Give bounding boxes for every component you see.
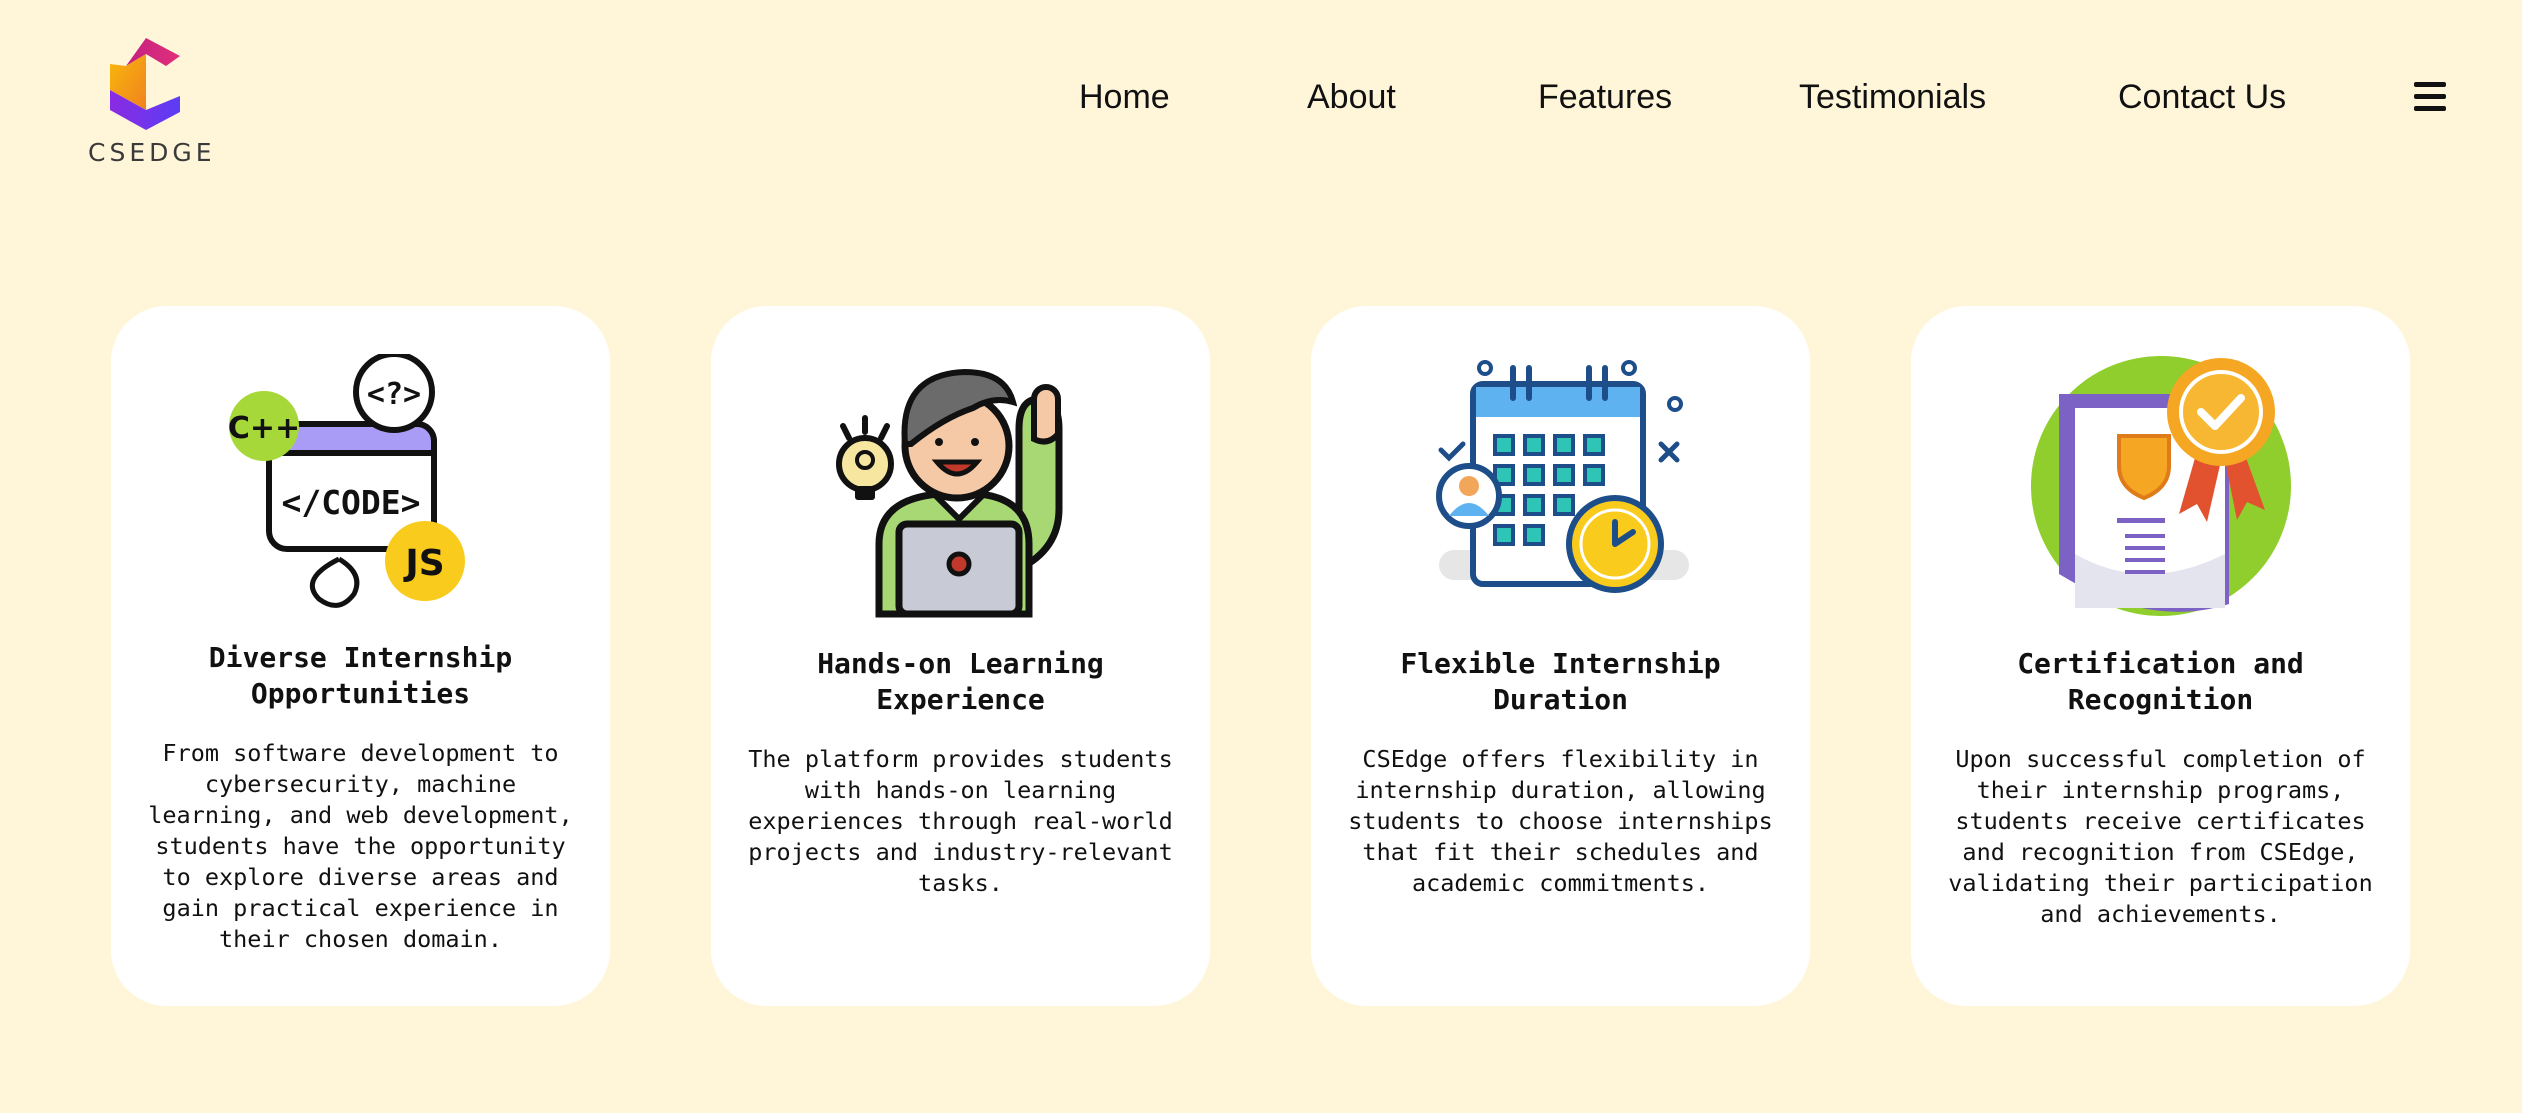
csedge-logo-icon bbox=[110, 38, 180, 130]
feature-description: Upon successful completion of their inte… bbox=[1948, 745, 2373, 928]
certificate-badge-icon bbox=[2031, 356, 2291, 616]
code-languages-icon: <?> C++ </CODE> JS bbox=[229, 354, 465, 608]
brand-logo[interactable]: CSEDGE bbox=[88, 34, 216, 167]
feature-description: From software development to cybersecuri… bbox=[148, 739, 573, 953]
feature-title: Diverse Internship Opportunities bbox=[208, 641, 513, 710]
nav-features[interactable]: Features bbox=[1538, 78, 1672, 117]
feature-card: Flexible Internship Duration CSEdge offe… bbox=[1311, 306, 1810, 1006]
site-header: CSEDGE Home About Features Testimonials … bbox=[0, 0, 2522, 200]
feature-title: Flexible Internship Duration bbox=[1400, 647, 1721, 716]
nav-contact-us[interactable]: Contact Us bbox=[2118, 78, 2286, 117]
hamburger-menu-icon[interactable] bbox=[2414, 82, 2446, 116]
feature-description: CSEdge offers flexibility in internship … bbox=[1348, 745, 1773, 897]
svg-text:<?>: <?> bbox=[367, 377, 421, 412]
svg-text:</CODE>: </CODE> bbox=[281, 483, 420, 522]
feature-card: Hands-on Learning Experience The platfor… bbox=[711, 306, 1210, 1006]
learner-laptop-icon bbox=[836, 368, 1063, 618]
nav-testimonials[interactable]: Testimonials bbox=[1799, 78, 1986, 117]
svg-text:JS: JS bbox=[402, 543, 444, 584]
feature-description: The platform provides students with hand… bbox=[748, 745, 1173, 897]
feature-card: Certification and Recognition Upon succe… bbox=[1911, 306, 2410, 1006]
svg-text:C++: C++ bbox=[229, 411, 300, 446]
brand-name: CSEDGE bbox=[88, 138, 216, 167]
nav-about[interactable]: About bbox=[1307, 78, 1396, 117]
calendar-clock-icon bbox=[1436, 360, 1689, 593]
feature-card: <?> C++ </CODE> JS Diverse Internship Op… bbox=[111, 306, 610, 1006]
nav-home[interactable]: Home bbox=[1079, 78, 1170, 117]
feature-title: Certification and Recognition bbox=[2017, 647, 2304, 716]
feature-title: Hands-on Learning Experience bbox=[817, 647, 1104, 716]
